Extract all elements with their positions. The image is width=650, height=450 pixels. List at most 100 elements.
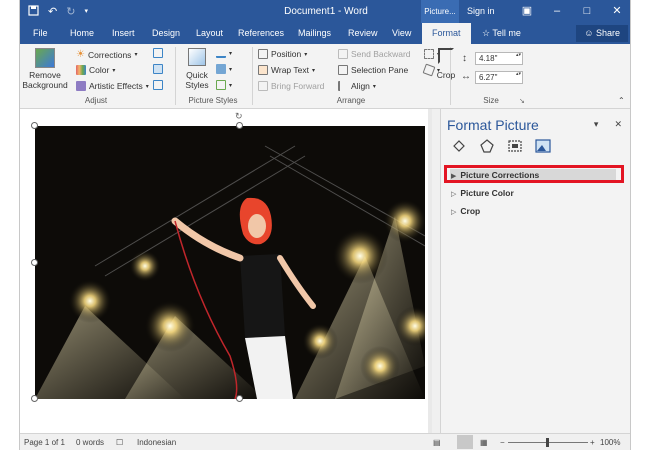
zoom-out-icon[interactable]: − (500, 438, 505, 447)
crop-button[interactable]: Crop (434, 48, 458, 94)
resize-handle[interactable] (236, 395, 243, 402)
expand-arrow-icon: ▷ (451, 191, 457, 198)
zoom-level[interactable]: 100% (600, 438, 620, 447)
tab-home[interactable]: Home (70, 28, 94, 38)
web-layout-icon[interactable]: ▦ (480, 438, 488, 447)
section-picture-corrections[interactable]: ▶ Picture Corrections (451, 170, 539, 180)
tab-format[interactable]: Format (422, 23, 471, 44)
lightbulb-icon: ☆ (482, 28, 491, 38)
resize-handle[interactable] (31, 122, 38, 129)
compress-pictures-button[interactable] (153, 48, 163, 58)
picture-layout-icon (216, 80, 226, 90)
resize-handle[interactable] (236, 122, 243, 129)
tab-insert[interactable]: Insert (112, 28, 135, 38)
print-layout-icon[interactable] (457, 435, 473, 449)
picture-effects-button[interactable]: ▾ (216, 64, 232, 74)
tab-references[interactable]: References (238, 28, 284, 38)
align-label: Align (351, 81, 370, 91)
section-label: Crop (460, 206, 481, 216)
align-button[interactable]: Align ▾ (338, 81, 376, 91)
corrections-label: Corrections (87, 49, 132, 60)
picture-styles-group-label: Picture Styles (188, 96, 238, 105)
ribbon-display-icon[interactable]: ▣ (512, 0, 542, 23)
person-icon: ☺ (584, 28, 594, 38)
section-label: Picture Corrections (460, 170, 540, 180)
ribbon-format: Remove Background ☀ Corrections ▾ Color ▾ … (20, 44, 630, 109)
corrections-button[interactable]: ☀ Corrections ▾ (76, 49, 137, 60)
pane-options-icon[interactable]: ▾ (594, 119, 599, 130)
size-dialog-launcher-icon[interactable]: ↘ (519, 97, 525, 105)
zoom-in-icon[interactable]: + (590, 438, 595, 447)
effects-icon[interactable] (479, 139, 495, 153)
selection-pane-button[interactable]: Selection Pane (338, 65, 408, 75)
rotate-handle-icon[interactable]: ↻ (235, 111, 243, 122)
color-icon (76, 65, 86, 75)
tab-review[interactable]: Review (348, 28, 378, 38)
status-bar: Page 1 of 1 0 words ☐ Indonesian ▤ ▦ − +… (20, 433, 630, 450)
section-label: Picture Color (460, 188, 514, 198)
dropdown-arrow-icon: ▾ (145, 83, 149, 90)
quick-styles-button[interactable]: Quick Styles (180, 48, 214, 94)
share-button[interactable]: ☺ Share (576, 25, 628, 42)
artistic-effects-icon (76, 81, 86, 91)
vertical-scrollbar[interactable] (432, 109, 440, 433)
maximize-icon[interactable]: □ (572, 0, 602, 23)
reset-picture-icon (153, 80, 163, 90)
collapse-ribbon-icon[interactable]: ⌃ (618, 96, 625, 105)
bring-forward-button[interactable]: Bring Forward (258, 81, 324, 91)
zoom-slider-thumb[interactable] (546, 438, 549, 447)
sign-in-link[interactable]: Sign in (467, 6, 495, 16)
word-count[interactable]: 0 words (76, 438, 104, 447)
dropdown-arrow-icon: ▾ (372, 83, 376, 90)
quick-styles-icon (188, 48, 206, 66)
tab-mailings[interactable]: Mailings (298, 28, 331, 38)
minimize-icon[interactable]: – (542, 0, 572, 23)
section-picture-color[interactable]: ▷ Picture Color (451, 188, 514, 198)
section-crop[interactable]: ▷ Crop (451, 206, 480, 216)
wrap-text-button[interactable]: Wrap Text ▾ (258, 65, 315, 75)
shape-width-input[interactable]: 6.27" (475, 71, 523, 84)
picture-border-button[interactable]: ▾ (216, 48, 232, 58)
remove-background-label: Remove Background (22, 70, 68, 90)
tab-layout[interactable]: Layout (196, 28, 223, 38)
tab-file[interactable]: File (33, 28, 48, 38)
wrap-text-icon (258, 65, 268, 75)
picture-layout-button[interactable]: ▾ (216, 80, 232, 90)
layout-properties-icon[interactable] (507, 139, 523, 153)
reset-picture-button[interactable] (153, 80, 163, 90)
read-mode-icon[interactable]: ▤ (433, 438, 441, 447)
tell-me-box[interactable]: ☆ Tell me (482, 28, 521, 39)
shape-height-icon: ↕ (462, 53, 467, 64)
bring-forward-label: Bring Forward (271, 81, 325, 91)
shape-height-input[interactable]: 4.18" (475, 52, 523, 65)
close-icon[interactable]: ✕ (602, 0, 630, 23)
document-area: ↻ (20, 109, 440, 433)
change-picture-icon (153, 64, 163, 74)
artistic-effects-button[interactable]: Artistic Effects ▾ (76, 81, 149, 91)
position-button[interactable]: Position ▾ (258, 49, 307, 59)
sun-icon: ☀ (76, 49, 85, 60)
pane-close-icon[interactable]: ✕ (614, 119, 622, 130)
proofing-icon[interactable]: ☐ (116, 438, 123, 447)
page-count[interactable]: Page 1 of 1 (24, 438, 65, 447)
selection-pane-icon (338, 65, 348, 75)
change-picture-button[interactable] (153, 64, 163, 74)
align-icon (338, 81, 348, 91)
concert-photo[interactable] (35, 126, 425, 399)
picture-icon[interactable] (535, 139, 551, 153)
tab-design[interactable]: Design (152, 28, 180, 38)
document-page[interactable]: ↻ (20, 109, 428, 433)
language-indicator[interactable]: Indonesian (137, 438, 176, 447)
resize-handle[interactable] (31, 395, 38, 402)
fill-line-icon[interactable] (451, 139, 467, 153)
dropdown-arrow-icon: ▾ (311, 67, 315, 74)
dropdown-arrow-icon: ▾ (229, 50, 233, 57)
picture-tools-label: Picture... (421, 0, 459, 23)
resize-handle[interactable] (31, 259, 38, 266)
adjust-group-label: Adjust (84, 96, 108, 105)
crop-icon (438, 48, 454, 64)
color-button[interactable]: Color ▾ (76, 65, 115, 75)
send-backward-button[interactable]: Send Backward (338, 49, 411, 59)
tab-view[interactable]: View (392, 28, 411, 38)
remove-background-button[interactable]: Remove Background (22, 48, 68, 94)
